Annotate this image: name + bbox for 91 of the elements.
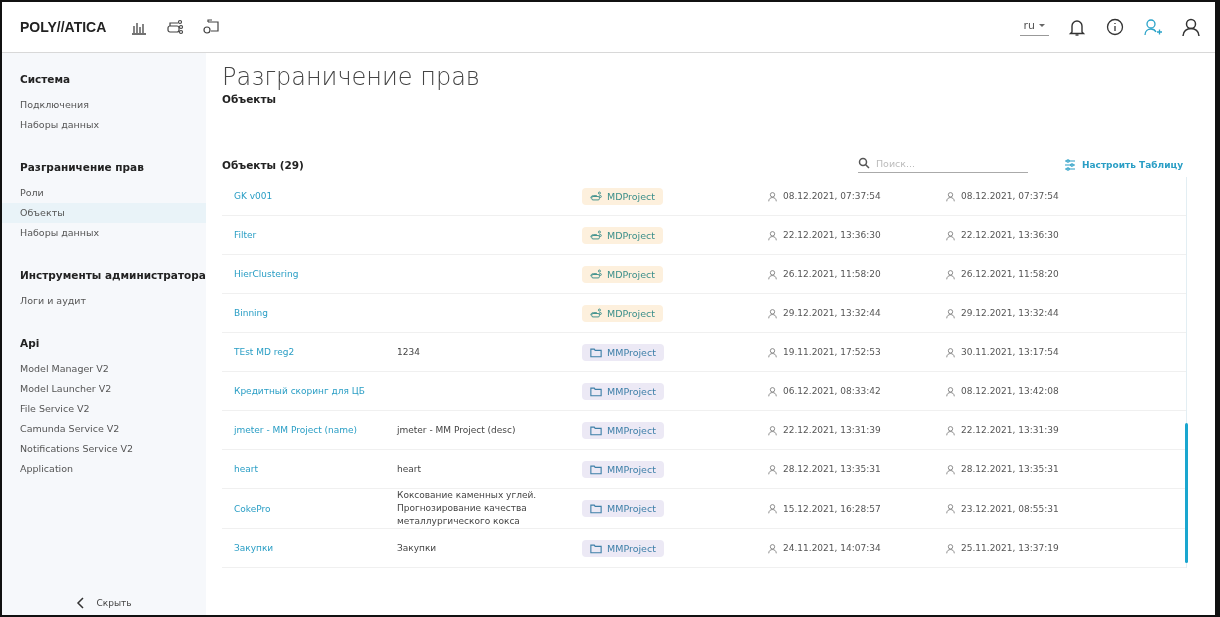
type-badge: MDProject	[582, 304, 663, 322]
user-icon	[945, 503, 956, 514]
user-icon	[767, 385, 778, 397]
modified-date: 08.12.2021, 07:37:54	[961, 191, 1059, 201]
page-title: Разграничение прав	[222, 63, 481, 91]
sidebar-item[interactable]: Объекты	[2, 203, 206, 223]
logo[interactable]: POLY//ATICA	[20, 19, 107, 35]
bell-icon[interactable]	[1067, 17, 1087, 37]
created-date: 22.12.2021, 13:31:39	[783, 425, 881, 435]
created-date: 22.12.2021, 13:36:30	[783, 230, 881, 240]
created-date: 19.11.2021, 17:52:53	[783, 347, 881, 357]
user-icon	[767, 268, 778, 280]
created-date: 06.12.2021, 08:33:42	[783, 386, 881, 396]
created-date: 24.11.2021, 14:07:34	[783, 543, 881, 553]
sidebar-item[interactable]: Model Launcher V2	[2, 379, 206, 399]
type-badge: MMProject	[582, 421, 664, 439]
created-date: 28.12.2021, 13:35:31	[783, 464, 881, 474]
type-badge: MDProject	[582, 226, 663, 244]
info-icon[interactable]	[1105, 17, 1125, 37]
language-select[interactable]: ru	[1019, 18, 1049, 36]
description-cell-text: Закупки	[397, 541, 438, 555]
user-icon	[767, 542, 778, 554]
user-icon	[767, 424, 778, 436]
created-date: 08.12.2021, 07:37:54	[783, 191, 881, 201]
sidebar-heading: Инструменты администратора	[19, 269, 206, 281]
user-icon	[945, 190, 956, 202]
sidebar-item[interactable]: Model Manager V2	[2, 359, 206, 379]
scrollbar-thumb[interactable]	[1185, 423, 1188, 563]
sidebar-item[interactable]: Подключения	[2, 95, 206, 115]
table-title: Объекты (29)	[222, 159, 304, 171]
sidebar-heading: Api	[19, 337, 41, 349]
user-icon	[767, 503, 778, 514]
chevron-left-icon	[76, 597, 87, 609]
sidebar-item[interactable]: Notifications Service V2	[2, 439, 206, 459]
type-badge: MDProject	[582, 265, 663, 283]
modified-date: 30.11.2021, 13:17:54	[961, 347, 1059, 357]
sidebar-heading: Разграничение прав	[19, 161, 145, 173]
type-badge: MMProject	[582, 460, 664, 478]
sidebar-item[interactable]: Camunda Service V2	[2, 419, 206, 439]
type-badge: MMProject	[582, 343, 664, 361]
type-badge: MMProject	[582, 539, 664, 557]
user-icon	[945, 307, 956, 319]
description-cell-text: heart	[397, 462, 422, 476]
modified-date: 25.11.2021, 13:37:19	[961, 543, 1059, 553]
modified-date: 28.12.2021, 13:35:31	[961, 464, 1059, 474]
sidebar-item[interactable]: Наборы данных	[2, 223, 206, 243]
user-icon	[767, 307, 778, 319]
user-icon[interactable]	[1181, 17, 1201, 37]
sidebar-item[interactable]: Application	[2, 459, 206, 479]
user-icon	[945, 229, 956, 241]
folder-icon	[590, 463, 602, 475]
folder-icon	[590, 503, 602, 514]
description-cell-text: jmeter - MM Project (desc)	[397, 423, 517, 437]
created-date: 15.12.2021, 16:28:57	[783, 503, 881, 514]
description-cell-text: 1234	[397, 345, 421, 359]
folder-icon	[590, 385, 602, 397]
sidebar-heading: Система	[19, 73, 72, 85]
sidebar-item[interactable]: Роли	[2, 183, 206, 203]
user-icon	[945, 268, 956, 280]
user-icon	[945, 385, 956, 397]
search-icon	[857, 157, 870, 169]
user-icon	[945, 542, 956, 554]
user-icon	[767, 229, 778, 241]
sidebar-item[interactable]: Наборы данных	[2, 115, 206, 135]
modified-date: 23.12.2021, 08:55:31	[961, 503, 1059, 514]
created-date: 26.12.2021, 11:58:20	[783, 269, 881, 279]
modified-date: 08.12.2021, 13:42:08	[961, 386, 1059, 396]
sliders-icon	[1063, 159, 1076, 171]
user-icon	[767, 463, 778, 475]
folder-icon	[590, 542, 602, 554]
folder-icon	[590, 424, 602, 436]
sidebar-item[interactable]: File Service V2	[2, 399, 206, 419]
user-icon	[945, 346, 956, 358]
description-cell-text: Коксование каменных углей. Прогнозирование качества металлургического кокса	[397, 489, 538, 528]
user-icon	[767, 190, 778, 202]
sidebar-item[interactable]: Логи и аудит	[2, 291, 206, 311]
modified-date: 26.12.2021, 11:58:20	[961, 269, 1059, 279]
add-user-icon[interactable]	[1143, 17, 1163, 37]
folder-icon	[590, 346, 602, 358]
page-subtitle: Объекты	[222, 93, 277, 105]
collapse-button[interactable]: Скрыть	[70, 596, 138, 610]
modified-date: 22.12.2021, 13:36:30	[961, 230, 1059, 240]
user-icon	[945, 463, 956, 475]
created-date: 29.12.2021, 13:32:44	[783, 308, 881, 318]
modified-date: 22.12.2021, 13:31:39	[961, 425, 1059, 435]
type-badge: MDProject	[582, 187, 663, 205]
user-icon	[945, 424, 956, 436]
modified-date: 29.12.2021, 13:32:44	[961, 308, 1059, 318]
user-icon	[767, 346, 778, 358]
type-badge: MMProject	[582, 382, 664, 400]
type-badge: MMProject	[582, 500, 664, 517]
